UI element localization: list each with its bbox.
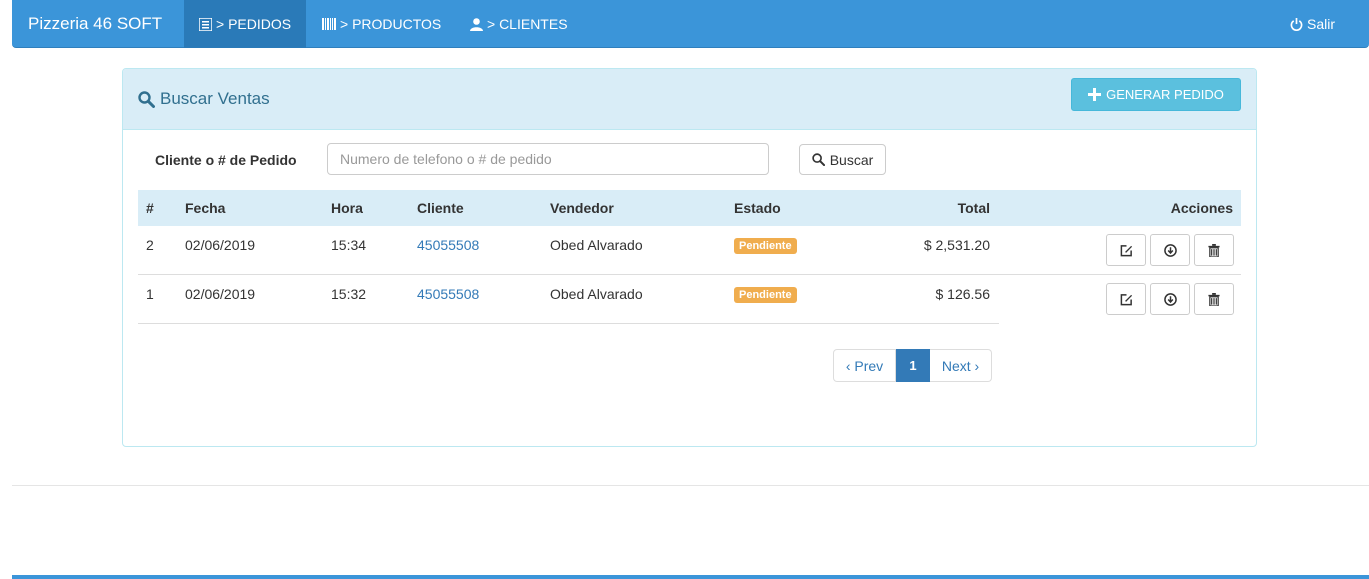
- download-circle-icon: [1163, 292, 1177, 306]
- status-badge: Pendiente: [734, 287, 797, 303]
- search-button[interactable]: Buscar: [799, 144, 886, 175]
- search-panel: Buscar Ventas GENERAR PEDIDO Cliente o #…: [122, 68, 1257, 447]
- nav-item-clientes[interactable]: > CLIENTES: [455, 0, 583, 48]
- trash-icon: [1208, 243, 1220, 257]
- row-hora: 15:34: [331, 237, 367, 253]
- footer-divider: [12, 485, 1369, 486]
- table-row: 1 02/06/2019 15:32 45055508 Obed Alvarad…: [138, 275, 1241, 324]
- logout-button[interactable]: Salir: [1275, 0, 1350, 48]
- search-icon: [811, 153, 825, 166]
- download-circle-icon: [1163, 243, 1177, 257]
- panel-title: Buscar Ventas: [138, 89, 270, 109]
- row-divider: [138, 323, 999, 324]
- search-label: Cliente o # de Pedido: [155, 152, 297, 168]
- list-icon: [199, 17, 212, 31]
- row-vendedor: Obed Alvarado: [550, 286, 643, 302]
- navbar: Pizzeria 46 SOFT > PEDIDOS > PRODUCTOS >…: [12, 0, 1369, 48]
- barcode-icon: [322, 18, 336, 30]
- nav-item-pedidos[interactable]: > PEDIDOS: [184, 0, 307, 48]
- delete-button[interactable]: [1194, 283, 1234, 315]
- col-hora: Hora: [331, 200, 363, 216]
- col-total: Total: [957, 200, 990, 216]
- user-icon: [470, 17, 483, 31]
- pagination: ‹ Prev 1 Next ›: [833, 349, 992, 382]
- row-fecha: 02/06/2019: [185, 237, 256, 253]
- row-hora: 15:32: [331, 286, 367, 302]
- search-button-label: Buscar: [829, 151, 874, 168]
- row-fecha: 02/06/2019: [185, 286, 256, 302]
- row-vendedor: Obed Alvarado: [550, 237, 643, 253]
- search-icon: [138, 90, 155, 108]
- pagination-page-1[interactable]: 1: [896, 349, 930, 382]
- col-fecha: Fecha: [185, 200, 226, 216]
- nav-item-label: > PEDIDOS: [216, 16, 292, 32]
- panel-heading: Buscar Ventas GENERAR PEDIDO: [123, 69, 1256, 130]
- nav-item-label: > PRODUCTOS: [340, 16, 442, 32]
- trash-icon: [1208, 292, 1220, 306]
- pagination-prev[interactable]: ‹ Prev: [833, 349, 896, 382]
- power-icon: [1290, 17, 1303, 31]
- table-row: 2 02/06/2019 15:34 45055508 Obed Alvarad…: [138, 226, 1241, 275]
- plus-icon: [1088, 88, 1102, 101]
- row-cliente-link[interactable]: 45055508: [417, 286, 479, 302]
- logout-label: Salir: [1307, 16, 1336, 32]
- table-header: # Fecha Hora Cliente Vendedor Estado Tot…: [138, 190, 1241, 226]
- edit-icon: [1120, 293, 1132, 305]
- nav-item-label: > CLIENTES: [487, 16, 568, 32]
- col-num: #: [146, 200, 154, 216]
- generate-order-button[interactable]: GENERAR PEDIDO: [1071, 78, 1241, 111]
- brand[interactable]: Pizzeria 46 SOFT: [28, 14, 162, 34]
- pagination-next[interactable]: Next ›: [930, 349, 992, 382]
- row-cliente-link[interactable]: 45055508: [417, 237, 479, 253]
- nav-item-productos[interactable]: > PRODUCTOS: [307, 0, 456, 48]
- status-badge: Pendiente: [734, 238, 797, 254]
- col-estado: Estado: [734, 200, 781, 216]
- row-total: $ 2,531.20: [923, 237, 990, 253]
- row-num: 1: [146, 286, 154, 302]
- delete-button[interactable]: [1194, 234, 1234, 266]
- download-button[interactable]: [1150, 234, 1190, 266]
- bottom-bar: [12, 575, 1369, 579]
- col-acciones: Acciones: [1170, 200, 1233, 216]
- orders-table: # Fecha Hora Cliente Vendedor Estado Tot…: [138, 190, 1241, 324]
- row-num: 2: [146, 237, 154, 253]
- col-cliente: Cliente: [417, 200, 464, 216]
- search-input[interactable]: [327, 143, 769, 175]
- edit-icon: [1120, 244, 1132, 256]
- edit-button[interactable]: [1106, 283, 1146, 315]
- col-vendedor: Vendedor: [550, 200, 614, 216]
- panel-title-text: Buscar Ventas: [160, 89, 270, 108]
- generate-order-label: GENERAR PEDIDO: [1106, 87, 1224, 102]
- edit-button[interactable]: [1106, 234, 1146, 266]
- download-button[interactable]: [1150, 283, 1190, 315]
- row-total: $ 126.56: [935, 286, 991, 302]
